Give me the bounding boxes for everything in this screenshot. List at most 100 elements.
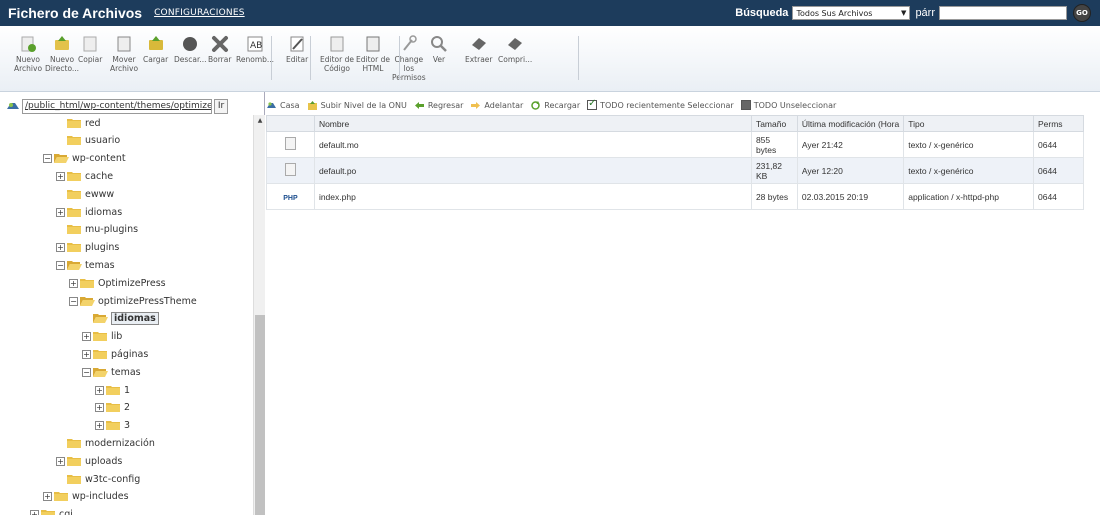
tree-item[interactable]: mu-plugins	[56, 222, 138, 238]
path-input[interactable]: /public_html/wp-content/themes/optimize	[22, 98, 212, 114]
tree-item[interactable]: idiomas	[82, 311, 159, 327]
tree-item[interactable]: usuario	[56, 133, 120, 149]
svg-text:AB: AB	[250, 41, 262, 51]
tree-item[interactable]: modernización	[56, 435, 155, 451]
tree-item[interactable]: ewww	[56, 186, 114, 202]
path-go-button[interactable]: Ir	[214, 98, 228, 114]
expand-icon[interactable]: +	[95, 385, 104, 395]
tree-item-label: plugins	[85, 242, 120, 254]
expand-icon[interactable]: +	[95, 421, 104, 431]
toolbar-label: Copiar	[78, 55, 103, 64]
toolbar-upload-button[interactable]: Cargar	[143, 35, 168, 64]
tree-item[interactable]: red	[56, 115, 101, 131]
toolbar-copy-button[interactable]: Copiar	[78, 35, 102, 64]
home-action[interactable]: Casa	[266, 100, 300, 111]
file-table: Nombre Tamaño Última modificación (Hora …	[266, 115, 1084, 210]
scroll-thumb[interactable]	[255, 315, 265, 515]
collapse-icon[interactable]: −	[43, 154, 52, 164]
back-action[interactable]: Regresar	[414, 100, 463, 111]
scroll-up-arrow-icon[interactable]: ▲	[254, 115, 266, 127]
tree-item[interactable]: + cache	[56, 168, 113, 184]
search-scope-value: Todos Sus Archivos	[796, 8, 873, 18]
column-header-type[interactable]: Tipo	[903, 115, 1034, 132]
upload-icon	[148, 36, 163, 50]
collapse-icon[interactable]: −	[82, 367, 91, 377]
expand-icon[interactable]: +	[82, 349, 91, 359]
tree-item[interactable]: +3	[95, 418, 130, 434]
toolbar-html-editor-button[interactable]: Editor de HTML	[356, 35, 390, 73]
reload-action[interactable]: Recargar	[530, 100, 580, 111]
search-label: Búsqueda	[735, 7, 789, 19]
go-button[interactable]: GO	[1073, 4, 1091, 22]
tree-item[interactable]: + cgi	[30, 507, 73, 515]
tree-item[interactable]: +1	[95, 382, 130, 398]
tree-item[interactable]: + wp-includes	[43, 489, 129, 505]
collapse-icon[interactable]: −	[69, 296, 78, 306]
column-header-size[interactable]: Tamaño	[750, 115, 798, 132]
toolbar-edit-button[interactable]: Editar	[286, 35, 308, 64]
column-header-perms[interactable]: Perms	[1033, 115, 1084, 132]
tree-item[interactable]: + lib	[82, 329, 122, 345]
file-icon-cell	[266, 157, 315, 184]
toolbar-separator	[399, 36, 400, 80]
toolbar-compress-button[interactable]: Compri...	[498, 35, 532, 64]
configuraciones-link[interactable]: CONFIGURACIONES	[154, 8, 245, 18]
table-row[interactable]: default.po 231,82 KB Ayer 12:20 texto / x-g…	[266, 157, 1084, 184]
toolbar-label: Change los Permisos	[392, 55, 426, 82]
tree-item[interactable]: − temas	[56, 257, 115, 273]
toolbar-extract-button[interactable]: Extraer	[465, 35, 493, 64]
unselect-all-action[interactable]: TODO Unseleccionar	[740, 100, 836, 110]
tree-item[interactable]: + plugins	[56, 240, 119, 256]
toolbar-rename-button[interactable]: AB Renomb...	[236, 35, 274, 64]
toolbar-label: Cargar	[143, 55, 169, 64]
toolbar-delete-button[interactable]: Borrar	[208, 35, 231, 64]
tree-item[interactable]: + idiomas	[56, 204, 122, 220]
tree-item[interactable]: − temas	[82, 364, 141, 380]
tree-scrollbar[interactable]: ▲	[253, 115, 265, 515]
tree-item-label: cache	[85, 170, 114, 182]
search-scope-select[interactable]: Todos Sus Archivos ▼	[792, 6, 911, 20]
expand-icon[interactable]: +	[30, 510, 39, 515]
toolbar-download-button[interactable]: Descar...	[174, 35, 207, 64]
expand-icon[interactable]: +	[95, 403, 104, 413]
tree-item-label: wp-includes	[72, 491, 129, 503]
up-folder-icon	[307, 100, 317, 110]
home-dir-icon[interactable]	[6, 100, 20, 112]
toolbar-new-folder-button[interactable]: Nuevo Directo...	[45, 35, 79, 73]
expand-icon[interactable]: +	[56, 171, 65, 181]
toolbar-move-button[interactable]: Mover Archivo	[110, 35, 138, 73]
tree-item[interactable]: − wp-content	[43, 151, 126, 167]
tree-item[interactable]: + uploads	[56, 453, 122, 469]
select-all-action[interactable]: TODO recientemente Seleccionar	[587, 98, 734, 110]
tree-item[interactable]: +2	[95, 400, 130, 416]
toolbar-label: Extraer	[465, 55, 493, 64]
expand-icon[interactable]: +	[69, 278, 78, 288]
search-input[interactable]	[939, 6, 1067, 20]
column-header-modified[interactable]: Última modificación (Hora	[796, 115, 905, 132]
expand-icon[interactable]: +	[56, 456, 65, 466]
expand-icon[interactable]: +	[43, 492, 52, 502]
toolbar-permissions-button[interactable]: Change los Permisos	[392, 35, 426, 82]
toolbar-view-button[interactable]: Ver	[430, 35, 448, 64]
expand-icon[interactable]: +	[56, 207, 65, 217]
tree-item[interactable]: + OptimizePress	[69, 275, 166, 291]
path-bar: /public_html/wp-content/themes/optimize …	[6, 97, 228, 115]
toolbar-code-editor-button[interactable]: Editor de Código	[320, 35, 354, 73]
forward-action[interactable]: Adelantar	[470, 100, 523, 111]
tree-item-label: OptimizePress	[98, 277, 166, 289]
tree-item[interactable]: − optimizePressTheme	[69, 293, 197, 309]
collapse-icon[interactable]: −	[56, 260, 65, 270]
toolbar: Nuevo Archivo Nuevo Directo... Copiar Mover…	[0, 26, 1100, 92]
table-row[interactable]: default.mo 855 bytes Ayer 21:42 texto / x-g…	[266, 131, 1084, 158]
table-row[interactable]: PHP index.php 28 bytes 02.03.2015 20:19 appl…	[266, 183, 1084, 210]
tree-item[interactable]: + páginas	[82, 346, 148, 362]
toolbar-new-file-button[interactable]: Nuevo Archivo	[14, 35, 42, 73]
up-level-action[interactable]: Subir Nivel de la ONU	[307, 100, 407, 111]
expand-icon[interactable]: +	[56, 243, 65, 253]
expand-icon[interactable]: +	[82, 332, 91, 342]
back-arrow-icon	[414, 101, 424, 109]
tree-item[interactable]: w3tc-config	[56, 471, 140, 487]
tree-item-label: optimizePressTheme	[98, 295, 197, 307]
file-type-cell: texto / x-genérico	[903, 131, 1034, 158]
column-header-name[interactable]: Nombre	[313, 115, 752, 132]
